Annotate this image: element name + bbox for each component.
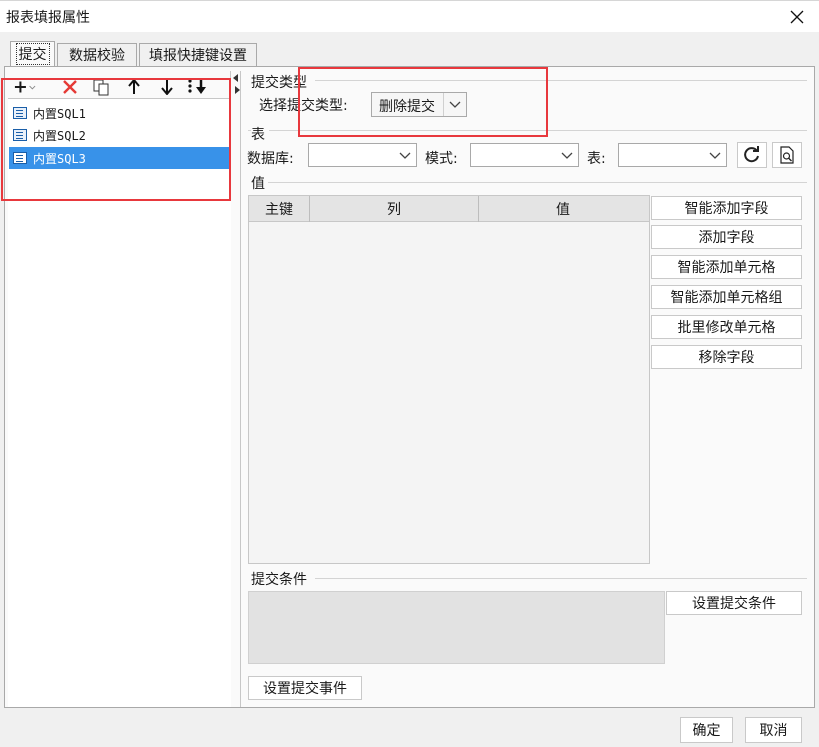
set-submit-event-button[interactable]: 设置提交事件 — [248, 676, 362, 700]
column-header-value[interactable]: 值 — [479, 196, 647, 222]
title-bar: 报表填报属性 — [0, 0, 819, 32]
cancel-button[interactable]: 取消 — [745, 717, 802, 743]
value-table[interactable] — [248, 195, 650, 564]
tab-submit[interactable]: 提交 — [10, 41, 55, 66]
divider — [315, 80, 807, 81]
chevron-down-icon — [399, 152, 411, 159]
list-item-label: 内置SQL1 — [33, 106, 86, 121]
list-item[interactable]: 内置SQL2 — [9, 124, 230, 146]
move-bottom-icon — [188, 79, 206, 94]
column-header-column[interactable]: 列 — [310, 196, 479, 222]
chevron-down-icon — [561, 152, 573, 159]
chevron-down-icon — [449, 101, 461, 108]
copy-button[interactable] — [90, 76, 112, 98]
divider — [268, 182, 807, 183]
list-item-label: 内置SQL2 — [33, 128, 86, 143]
move-bottom-button[interactable] — [187, 76, 209, 98]
add-field-button[interactable]: 添加字段 — [651, 225, 802, 249]
collapse-left-icon[interactable] — [233, 74, 238, 82]
remove-field-button[interactable]: 移除字段 — [651, 345, 802, 369]
delete-icon — [63, 80, 77, 94]
tab-submit-label: 提交 — [15, 43, 50, 65]
smart-add-field-button[interactable]: 智能添加字段 — [651, 196, 802, 220]
submit-condition-group-label: 提交条件 — [251, 572, 307, 588]
chevron-down-icon — [709, 152, 721, 159]
database-select[interactable] — [308, 143, 417, 167]
ok-button[interactable]: 确定 — [680, 717, 733, 743]
add-icon — [14, 81, 36, 93]
batch-modify-cell-button[interactable]: 批里修改单元格 — [651, 315, 802, 339]
submit-type-select[interactable]: 删除提交 — [371, 92, 467, 117]
value-group-label: 值 — [251, 176, 265, 192]
window-title: 报表填报属性 — [6, 10, 90, 26]
divider — [315, 578, 807, 579]
refresh-button[interactable] — [737, 142, 767, 168]
column-header-primary-key[interactable]: 主键 — [249, 196, 310, 222]
database-label: 数据库: — [247, 151, 294, 167]
mode-label: 模式: — [425, 151, 458, 167]
list-item[interactable]: 内置SQL1 — [9, 102, 230, 124]
smart-add-cell-group-button[interactable]: 智能添加单元格组 — [651, 285, 802, 309]
move-down-icon — [161, 80, 173, 95]
delete-button[interactable] — [59, 76, 81, 98]
tab-data-validation[interactable]: 数据校验 — [57, 43, 137, 67]
divider — [248, 130, 807, 131]
close-icon — [790, 10, 804, 24]
move-up-button[interactable] — [123, 76, 145, 98]
refresh-icon — [744, 146, 759, 163]
list-item-label: 内置SQL3 — [33, 151, 86, 166]
add-button[interactable] — [14, 76, 36, 98]
table-group-label: 表 — [251, 124, 269, 144]
table-label: 表: — [587, 151, 606, 167]
preview-button[interactable] — [772, 142, 802, 168]
mode-select[interactable] — [470, 143, 579, 167]
submit-type-label: 选择提交类型: — [259, 98, 348, 114]
divider — [443, 93, 444, 116]
move-down-button[interactable] — [156, 76, 178, 98]
sql-list — [8, 98, 231, 707]
sql-icon — [13, 152, 27, 164]
copy-icon — [93, 79, 109, 96]
submit-type-group-label: 提交类型 — [251, 75, 307, 91]
sql-icon — [13, 129, 27, 141]
set-submit-condition-button[interactable]: 设置提交条件 — [666, 591, 802, 615]
table-select[interactable] — [618, 143, 727, 167]
move-up-icon — [128, 79, 140, 94]
tab-shortcut-settings[interactable]: 填报快捷键设置 — [139, 43, 257, 67]
submit-condition-display — [248, 591, 665, 664]
table-header: 主键 列 值 — [249, 196, 649, 222]
smart-add-cell-button[interactable]: 智能添加单元格 — [651, 255, 802, 279]
submit-type-value: 删除提交 — [379, 99, 435, 115]
splitter[interactable] — [240, 71, 241, 707]
close-button[interactable] — [782, 3, 812, 31]
sql-icon — [13, 107, 27, 119]
preview-icon — [780, 146, 794, 164]
list-item-selected[interactable]: 内置SQL3 — [9, 147, 230, 169]
